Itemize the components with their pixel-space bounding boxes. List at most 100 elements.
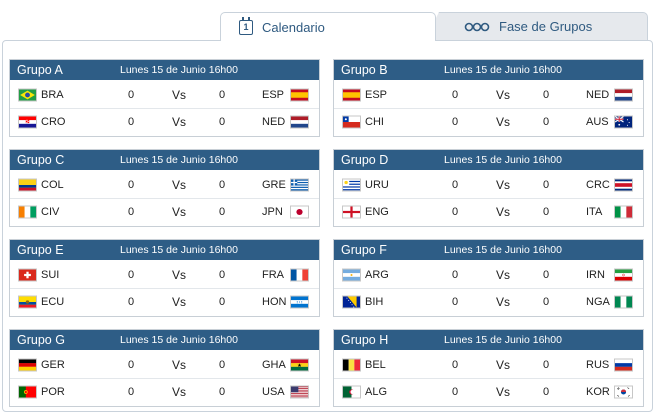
home-team-code: ESP (365, 89, 388, 101)
match-row[interactable]: ENG 0 Vs 0 ITA (334, 198, 643, 224)
home-score: 0 (128, 179, 135, 191)
away-team-code: CRC (586, 179, 610, 191)
group-date: Lunes 15 de Junio 16h00 (444, 64, 562, 76)
ghana-flag-icon (290, 358, 309, 372)
match-row[interactable]: CHI 0 Vs 0 AUS (334, 108, 643, 134)
versus-label: Vs (496, 88, 511, 102)
home-score: 0 (452, 295, 459, 308)
away-score: 0 (219, 295, 226, 308)
group-card: Grupo B Lunes 15 de Junio 16h00 ESP 0 Vs… (333, 59, 644, 137)
group-name: Grupo B (341, 63, 388, 77)
match-row[interactable]: URU 0 Vs 0 CRC (334, 172, 643, 198)
group-card: Grupo D Lunes 15 de Junio 16h00 URU 0 Vs… (333, 149, 644, 227)
group-header: Grupo E Lunes 15 de Junio 16h00 (10, 240, 319, 260)
groups-icon (464, 22, 490, 32)
home-score: 0 (128, 115, 135, 128)
iran-flag-icon (614, 268, 633, 282)
match-row[interactable]: ARG 0 Vs 0 IRN (334, 262, 643, 288)
group-date: Lunes 15 de Junio 16h00 (444, 154, 562, 166)
match-row[interactable]: POR 0 Vs 0 USA (10, 378, 319, 404)
colombia-flag-icon (18, 178, 37, 192)
group-header: Grupo C Lunes 15 de Junio 16h00 (10, 150, 319, 170)
home-team-code: URU (365, 179, 389, 191)
ivory-coast-flag-icon (18, 205, 37, 218)
away-team-code: NED (262, 115, 286, 128)
match-row[interactable]: BRA 0 Vs 0 ESP (10, 82, 319, 108)
match-row[interactable]: CRO 0 Vs 0 NED (10, 108, 319, 134)
group-date: Lunes 15 de Junio 16h00 (120, 334, 238, 346)
away-team-code: JPN (262, 205, 283, 218)
switzerland-flag-icon (18, 268, 37, 282)
home-team-code: BIH (365, 295, 384, 308)
away-score: 0 (219, 269, 226, 281)
away-score: 0 (219, 205, 226, 218)
away-score: 0 (219, 89, 226, 101)
croatia-flag-icon (18, 115, 37, 128)
tab-calendario-label: Calendario (262, 19, 325, 35)
home-score: 0 (452, 115, 459, 128)
tab-fase-de-grupos[interactable]: Fase de Grupos (425, 12, 648, 40)
home-team-code: COL (41, 179, 64, 191)
away-score: 0 (219, 359, 226, 371)
home-team-code: POR (41, 385, 65, 398)
home-score: 0 (128, 269, 135, 281)
home-score: 0 (452, 179, 459, 191)
groups-panel: Grupo A Lunes 15 de Junio 16h00 BRA 0 Vs… (2, 40, 653, 412)
group-name: Grupo E (17, 243, 64, 257)
away-team-code: GHA (262, 359, 286, 371)
greece-flag-icon (290, 178, 309, 192)
group-header: Grupo A Lunes 15 de Junio 16h00 (10, 60, 319, 80)
versus-label: Vs (496, 268, 511, 282)
france-flag-icon (290, 268, 309, 282)
home-score: 0 (128, 359, 135, 371)
match-row[interactable]: ESP 0 Vs 0 NED (334, 82, 643, 108)
group-name: Grupo H (341, 333, 389, 347)
away-score: 0 (543, 385, 550, 398)
away-team-code: HON (262, 295, 287, 308)
spain-flag-icon (290, 88, 309, 102)
home-score: 0 (128, 295, 135, 308)
group-date: Lunes 15 de Junio 16h00 (120, 64, 238, 76)
versus-label: Vs (172, 384, 187, 399)
match-row[interactable]: ALG 0 Vs 0 KOR (334, 378, 643, 404)
match-row[interactable]: BIH 0 Vs 0 NGA (334, 288, 643, 314)
away-team-code: IRN (586, 269, 605, 281)
away-team-code: USA (262, 385, 285, 398)
home-team-code: ALG (365, 385, 388, 398)
home-team-code: CIV (41, 205, 60, 218)
match-row[interactable]: BEL 0 Vs 0 RUS (334, 352, 643, 378)
match-row[interactable]: SUI 0 Vs 0 FRA (10, 262, 319, 288)
away-team-code: KOR (586, 385, 610, 398)
home-score: 0 (452, 89, 459, 101)
group-card: Grupo F Lunes 15 de Junio 16h00 ARG 0 Vs… (333, 239, 644, 317)
group-card: Grupo H Lunes 15 de Junio 16h00 BEL 0 Vs… (333, 329, 644, 407)
argentina-flag-icon (342, 268, 361, 282)
away-team-code: AUS (586, 115, 609, 128)
tab-calendario[interactable]: 1 Calendario (220, 12, 436, 41)
tab-fase-de-grupos-label: Fase de Grupos (499, 19, 593, 34)
home-team-code: SUI (41, 269, 60, 281)
group-header: Grupo B Lunes 15 de Junio 16h00 (334, 60, 643, 80)
home-team-code: ECU (41, 295, 65, 308)
japan-flag-icon (290, 205, 309, 218)
uruguay-flag-icon (342, 178, 361, 192)
versus-label: Vs (172, 358, 187, 372)
away-score: 0 (543, 205, 550, 218)
away-team-code: NGA (586, 295, 610, 308)
home-team-code: CRO (41, 115, 66, 128)
algeria-flag-icon (342, 385, 361, 398)
away-score: 0 (543, 179, 550, 191)
group-header: Grupo F Lunes 15 de Junio 16h00 (334, 240, 643, 260)
match-row[interactable]: CIV 0 Vs 0 JPN (10, 198, 319, 224)
italy-flag-icon (614, 205, 633, 218)
group-header: Grupo H Lunes 15 de Junio 16h00 (334, 330, 643, 350)
match-row[interactable]: GER 0 Vs 0 GHA (10, 352, 319, 378)
versus-label: Vs (172, 294, 187, 309)
home-team-code: ARG (365, 269, 389, 281)
match-row[interactable]: COL 0 Vs 0 GRE (10, 172, 319, 198)
calendar-icon: 1 (239, 16, 253, 35)
versus-label: Vs (172, 88, 187, 102)
group-name: Grupo A (17, 63, 63, 77)
brazil-flag-icon (18, 88, 37, 102)
match-row[interactable]: ECU 0 Vs 0 HON (10, 288, 319, 314)
